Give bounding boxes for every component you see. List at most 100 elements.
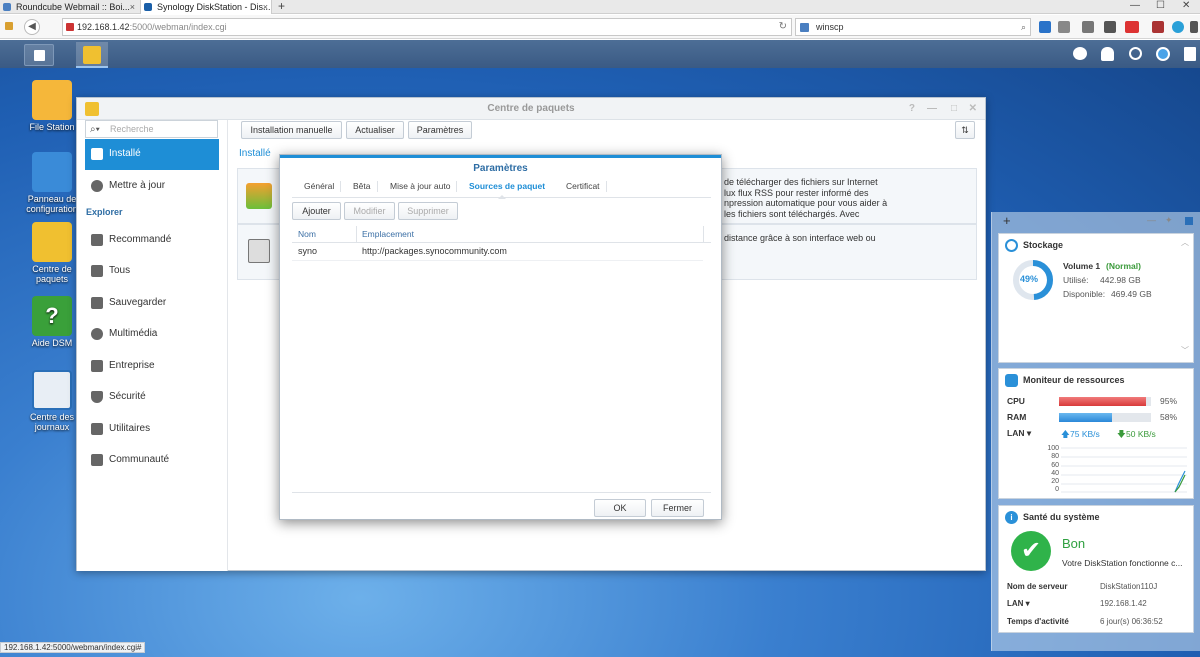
search-placeholder: Recherche xyxy=(110,124,154,134)
maximize-window-button[interactable]: ☐ xyxy=(1156,0,1165,11)
bookmark-star-icon[interactable] xyxy=(1039,21,1051,33)
url-bar[interactable]: 192.168.1.42:5000/webman/index.cgi ↻ xyxy=(62,18,792,36)
column-header-location[interactable]: Emplacement xyxy=(362,226,414,242)
back-button[interactable]: ◀ xyxy=(24,19,40,35)
user-icon[interactable] xyxy=(1101,47,1114,61)
main-menu-icon xyxy=(34,50,45,61)
status-check-icon: ✔ xyxy=(1011,531,1051,571)
add-widget-button[interactable]: + xyxy=(1003,213,1011,228)
transmission-icon xyxy=(248,239,270,263)
uptime-value: 6 jour(s) 06:36:52 xyxy=(1100,617,1163,626)
downloads-icon[interactable] xyxy=(1082,21,1094,33)
search-icon[interactable] xyxy=(1129,47,1142,60)
reload-icon[interactable]: ↻ xyxy=(779,19,787,35)
pin-icon[interactable]: ✦ xyxy=(1165,215,1173,226)
notifications-icon[interactable] xyxy=(1073,47,1087,60)
sidebar-item-security[interactable]: Sécurité xyxy=(85,382,219,412)
cell-location: http://packages.synocommunity.com xyxy=(362,246,507,256)
tab-title: Synology DiskStation - Dis... xyxy=(157,2,271,12)
desktop-icon-file-station[interactable]: File Station xyxy=(22,80,82,132)
sidebar-item-all[interactable]: Tous xyxy=(85,256,219,286)
site-identity-icon[interactable] xyxy=(66,23,74,31)
collapse-panel-icon[interactable] xyxy=(1185,217,1193,225)
tab-package-sources[interactable]: Sources de paquet xyxy=(463,181,551,199)
minimize-window-button[interactable]: — xyxy=(1130,0,1140,11)
desktop-icon-log-center[interactable]: Centre des journaux xyxy=(22,370,82,432)
sidebar-item-multimedia[interactable]: Multimédia xyxy=(85,319,219,349)
extension-icon[interactable] xyxy=(1152,21,1164,33)
widgets-icon[interactable] xyxy=(1156,47,1170,61)
new-tab-button[interactable]: + xyxy=(278,0,285,13)
sort-button[interactable]: ⇅ xyxy=(955,121,975,139)
sidebar-item-update[interactable]: Mettre à jour xyxy=(85,171,219,201)
desktop-icon-package-center[interactable]: Centre de paquets xyxy=(22,222,82,284)
show-desktop-icon[interactable] xyxy=(1184,47,1196,61)
settings-button[interactable]: Paramètres xyxy=(408,121,472,139)
taskbar-package-center[interactable] xyxy=(76,42,108,68)
search-engine-icon[interactable] xyxy=(800,23,809,32)
sidebar-item-recommended[interactable]: Recommandé xyxy=(85,225,219,255)
sidebar-item-business[interactable]: Entreprise xyxy=(85,351,219,381)
lan-selector[interactable]: LAN ▾ xyxy=(1007,428,1031,439)
desktop-icon-label: Centre des journaux xyxy=(29,412,75,432)
column-header-name[interactable]: Nom xyxy=(298,226,316,242)
sidebar-item-label: Tous xyxy=(109,265,131,276)
minimize-panel-icon[interactable]: — xyxy=(1147,215,1156,225)
sidebar-item-label: Sécurité xyxy=(109,391,146,402)
download-icon xyxy=(91,148,103,160)
close-window-button[interactable]: ✕ xyxy=(1182,0,1190,11)
axis-tick: 20 xyxy=(1051,478,1059,486)
close-tab-icon[interactable]: × xyxy=(130,0,135,14)
tab-beta[interactable]: Bêta xyxy=(347,181,378,192)
lan-selector[interactable]: LAN ▾ xyxy=(1007,599,1030,608)
package-center-icon xyxy=(32,222,72,262)
minimize-icon[interactable]: — xyxy=(927,98,937,120)
chevron-up-icon[interactable]: ︿ xyxy=(1181,237,1189,248)
sidebar-item-utilities[interactable]: Utilitaires xyxy=(85,414,219,444)
sync-icon[interactable] xyxy=(1172,21,1184,33)
add-button[interactable]: Ajouter xyxy=(292,202,341,220)
package-center-icon xyxy=(83,46,101,64)
community-icon xyxy=(91,454,103,466)
tab-general[interactable]: Général xyxy=(298,181,342,192)
tab-certificate[interactable]: Certificat xyxy=(560,181,607,192)
desktop-icon-dsm-help[interactable]: ? Aide DSM xyxy=(22,296,82,348)
tab-title: Roundcube Webmail :: Boi... xyxy=(16,2,130,12)
traffic-axis: 100 80 60 40 20 0 xyxy=(1035,445,1059,495)
desktop-icon-control-panel[interactable]: Panneau de configuration xyxy=(22,152,82,214)
sidebar-item-community[interactable]: Communauté xyxy=(85,445,219,475)
ok-button[interactable]: OK xyxy=(594,499,646,517)
menu-icon[interactable] xyxy=(1190,21,1198,33)
close-icon[interactable]: ✕ xyxy=(969,98,977,120)
main-menu-button[interactable] xyxy=(24,44,54,66)
edit-button[interactable]: Modifier xyxy=(344,202,395,220)
backup-icon xyxy=(91,297,103,309)
reading-list-icon[interactable] xyxy=(1058,21,1070,33)
maximize-icon[interactable]: □ xyxy=(951,98,957,120)
dialog-accent-line xyxy=(280,155,721,158)
server-name-value: DiskStation110J xyxy=(1100,582,1158,591)
search-icon[interactable]: ⌕ xyxy=(1021,19,1026,35)
delete-button[interactable]: Supprimer xyxy=(398,202,458,220)
sidebar-item-installed[interactable]: Installé xyxy=(85,139,219,170)
chevron-down-icon[interactable]: ﹀ xyxy=(1181,345,1189,356)
home-icon[interactable] xyxy=(1104,21,1116,33)
adblock-icon[interactable] xyxy=(1125,21,1139,33)
sidebar-search-input[interactable]: ⌕▾ Recherche xyxy=(85,120,218,138)
window-title-bar[interactable]: Centre de paquets ? — □ ✕ xyxy=(77,98,985,120)
desc-line: de télécharger des fichiers sur Internet xyxy=(724,177,878,187)
storage-widget: Stockage 49% Volume 1 (Normal) Utilisé: … xyxy=(998,233,1194,363)
tab-auto-update[interactable]: Mise à jour auto xyxy=(384,181,458,192)
help-icon[interactable]: ? xyxy=(909,98,915,120)
close-button[interactable]: Fermer xyxy=(651,499,704,517)
manual-install-button[interactable]: Installation manuelle xyxy=(241,121,342,139)
close-tab-icon[interactable]: × xyxy=(263,0,268,14)
sidebar-item-backup[interactable]: Sauvegarder xyxy=(85,288,219,318)
search-bar[interactable]: winscp ⌕ xyxy=(795,18,1031,36)
apps-grid-icon[interactable] xyxy=(5,22,13,30)
refresh-button[interactable]: Actualiser xyxy=(346,121,404,139)
table-row[interactable]: syno http://packages.synocommunity.com xyxy=(292,243,703,261)
browser-tab-roundcube[interactable]: Roundcube Webmail :: Boi... × xyxy=(0,0,138,14)
browser-tab-diskstation[interactable]: Synology DiskStation - Dis... × xyxy=(140,0,272,14)
available-value: 469.49 GB xyxy=(1111,289,1152,299)
